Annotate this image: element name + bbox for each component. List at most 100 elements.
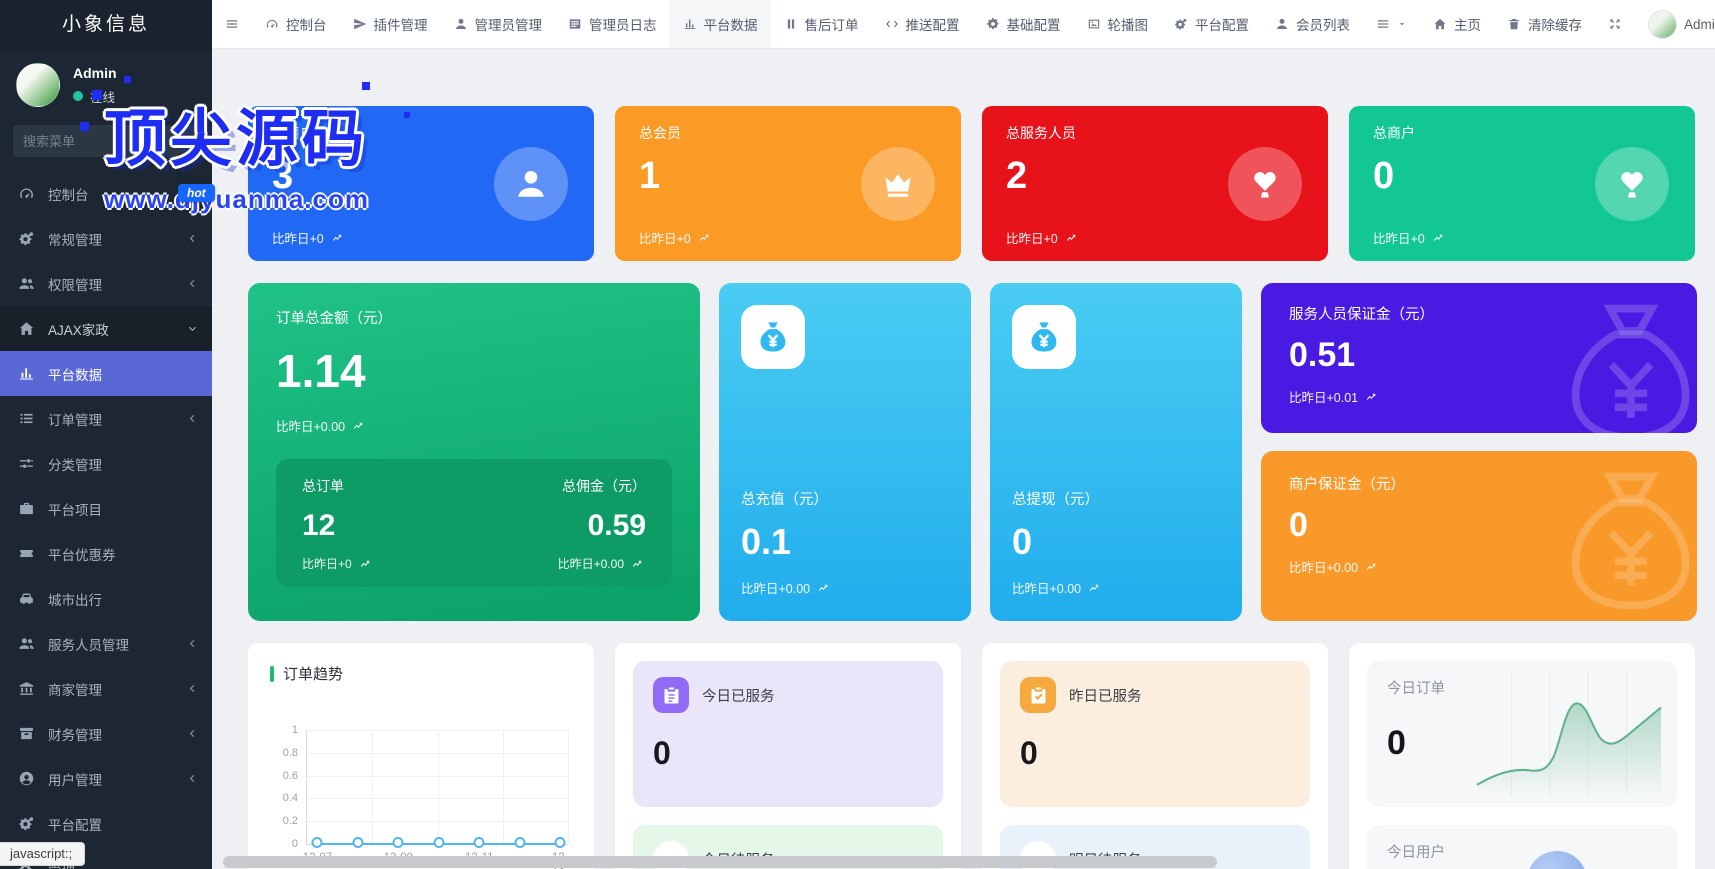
data-point[interactable] (555, 837, 566, 848)
withdraw-card[interactable]: 总提现（元） 0 比昨日+0.00 (990, 283, 1242, 621)
data-point[interactable] (312, 837, 323, 848)
pause-icon (784, 17, 798, 31)
nav-tab-after-sales[interactable]: 售后订单 (771, 0, 872, 48)
money-row: 订单总金额（元） 1.14 比昨日+0.00 总订单 12 比昨日+0 总佣金（… (248, 283, 1697, 621)
trend-up-icon (1364, 561, 1380, 573)
yesterday-served-panel[interactable]: 昨日已服务 0 (1000, 661, 1310, 807)
sidebar-item-general[interactable]: 常规管理 (0, 216, 212, 261)
horizontal-scrollbar-thumb[interactable] (223, 856, 1217, 868)
today-stats-card: 今日订单 0 今日用户 (1349, 643, 1695, 869)
sidebar-item-platform-config[interactable]: 平台配置 (0, 801, 212, 846)
nav-tab-carousel[interactable]: 轮播图 (1074, 0, 1162, 48)
stat-card-total-users[interactable]: 总用户 3 比昨日+0 (248, 106, 594, 261)
app-title: 小象信息 (0, 0, 212, 50)
data-point[interactable] (433, 837, 444, 848)
sidebar-item-orders[interactable]: 订单管理 (0, 396, 212, 441)
chevron-left-icon (187, 413, 198, 424)
online-status-label: 在线 (90, 87, 115, 106)
fullscreen-button[interactable] (1595, 0, 1635, 48)
sidebar-item-ajax-housekeeping[interactable]: AJAX家政 (0, 306, 212, 351)
sidebar-item-coupons[interactable]: 平台优惠券 (0, 531, 212, 576)
sidebar-item-service-staff[interactable]: 服务人员管理 (0, 621, 212, 666)
order-trend-card: 订单趋势 1 0.8 0.6 0.4 0.2 0 (248, 643, 594, 869)
chevron-left-icon (187, 233, 198, 244)
heart-person-icon (1247, 166, 1283, 202)
sidebar-menu: 控制台 常规管理 权限管理 AJAX家政 平台数据 (0, 171, 212, 869)
bar-chart-icon (683, 17, 697, 31)
today-served-panel[interactable]: 今日已服务 0 (633, 661, 943, 807)
nav-tab-admin-logs[interactable]: 管理员日志 (555, 0, 670, 48)
nav-tab-plugins[interactable]: 插件管理 (340, 0, 441, 48)
sidebar-item-users[interactable]: 用户管理 (0, 756, 212, 801)
nav-tab-push-config[interactable]: 推送配置 (872, 0, 973, 48)
data-point[interactable] (514, 837, 525, 848)
heart-person-icon (1614, 166, 1650, 202)
trend-up-icon (1064, 232, 1080, 244)
avatar[interactable] (16, 63, 60, 107)
money-bag-outline-icon (1547, 289, 1697, 433)
merchant-deposit-card[interactable]: 商户保证金（元） 0 比昨日+0.00 (1261, 451, 1697, 621)
sidebar-item-categories[interactable]: 分类管理 (0, 441, 212, 486)
app-window: 小象信息 Admin 在线 控制台 常规管理 (0, 0, 1715, 869)
log-icon (568, 17, 582, 31)
y-tick: 0.4 (283, 792, 298, 804)
chevron-left-icon (187, 278, 198, 289)
gears-icon (18, 815, 35, 832)
nav-tab-basic-config[interactable]: 基础配置 (973, 0, 1074, 48)
sidebar-item-permissions[interactable]: 权限管理 (0, 261, 212, 306)
home-icon (1433, 17, 1447, 31)
admin-account-menu[interactable]: Admin (1635, 0, 1715, 48)
fullscreen-expand-icon (1608, 17, 1622, 31)
trend-up-icon (1087, 582, 1103, 594)
user-icon (513, 166, 549, 202)
today-users-panel[interactable]: 今日用户 (1367, 825, 1677, 869)
sidebar-item-finance[interactable]: 财务管理 (0, 711, 212, 756)
money-bag-icon (754, 318, 792, 356)
stat-card-total-service-staff[interactable]: 总服务人员 2 比昨日+0 (982, 106, 1328, 261)
sidebar-item-console[interactable]: 控制台 (0, 171, 212, 216)
data-point[interactable] (393, 837, 404, 848)
link-preview-tooltip: javascript:; (0, 842, 85, 866)
nav-tab-platform-config[interactable]: 平台配置 (1161, 0, 1262, 48)
gear-icon (986, 17, 1000, 31)
chevron-left-icon (187, 683, 198, 694)
sidebar-item-platform-data[interactable]: 平台数据 (0, 351, 212, 396)
service-deposit-card[interactable]: 服务人员保证金（元） 0.51 比昨日+0.01 (1261, 283, 1697, 433)
data-point[interactable] (474, 837, 485, 848)
clear-cache-button[interactable]: 清除缓存 (1494, 0, 1595, 48)
sidebar-item-city-travel[interactable]: 城市出行 (0, 576, 212, 621)
sidebar-item-platform-projects[interactable]: 平台项目 (0, 486, 212, 531)
stat-card-total-members[interactable]: 总会员 1 比昨日+0 (615, 106, 961, 261)
gauge-icon (265, 17, 279, 31)
nav-tab-platform-data[interactable]: 平台数据 (670, 0, 771, 48)
online-status-dot (73, 91, 83, 101)
order-subpanel: 总订单 12 比昨日+0 总佣金（元） 0.59 比昨日+0.00 (276, 459, 672, 587)
sidebar-item-merchants[interactable]: 商家管理 (0, 666, 212, 711)
users-icon (18, 275, 35, 292)
recharge-card[interactable]: 总充值（元） 0.1 比昨日+0.00 (719, 283, 971, 621)
nav-tab-admins[interactable]: 管理员管理 (441, 0, 556, 48)
trend-up-icon (697, 232, 713, 244)
nav-tab-members[interactable]: 会员列表 (1262, 0, 1363, 48)
today-orders-panel[interactable]: 今日订单 0 (1367, 661, 1677, 807)
sidebar-toggle-button[interactable] (212, 0, 252, 48)
bar-chart-icon (18, 365, 35, 382)
bank-icon (18, 680, 35, 697)
order-trend-chart: 1 0.8 0.6 0.4 0.2 0 12-07 12-09 12-11 12… (306, 730, 568, 845)
trend-up-icon (816, 582, 832, 594)
search-input[interactable] (13, 125, 199, 157)
sidebar-user-panel: Admin 在线 (0, 50, 212, 115)
image-icon (1087, 17, 1101, 31)
briefcase-icon (18, 500, 35, 517)
yesterday-service-card: 昨日已服务 0 明日待服务 (982, 643, 1328, 869)
tasks-dropdown-button[interactable] (1363, 0, 1420, 48)
home-button[interactable]: 主页 (1420, 0, 1494, 48)
gears-icon (18, 230, 35, 247)
nav-tab-console[interactable]: 控制台 (252, 0, 340, 48)
order-total-card[interactable]: 订单总金额（元） 1.14 比昨日+0.00 总订单 12 比昨日+0 总佣金（… (248, 283, 700, 621)
ticket-icon (18, 545, 35, 562)
stat-card-total-merchants[interactable]: 总商户 0 比昨日+0 (1349, 106, 1695, 261)
data-point[interactable] (352, 837, 363, 848)
chart-title: 订单趋势 (283, 663, 343, 684)
car-icon (18, 590, 35, 607)
